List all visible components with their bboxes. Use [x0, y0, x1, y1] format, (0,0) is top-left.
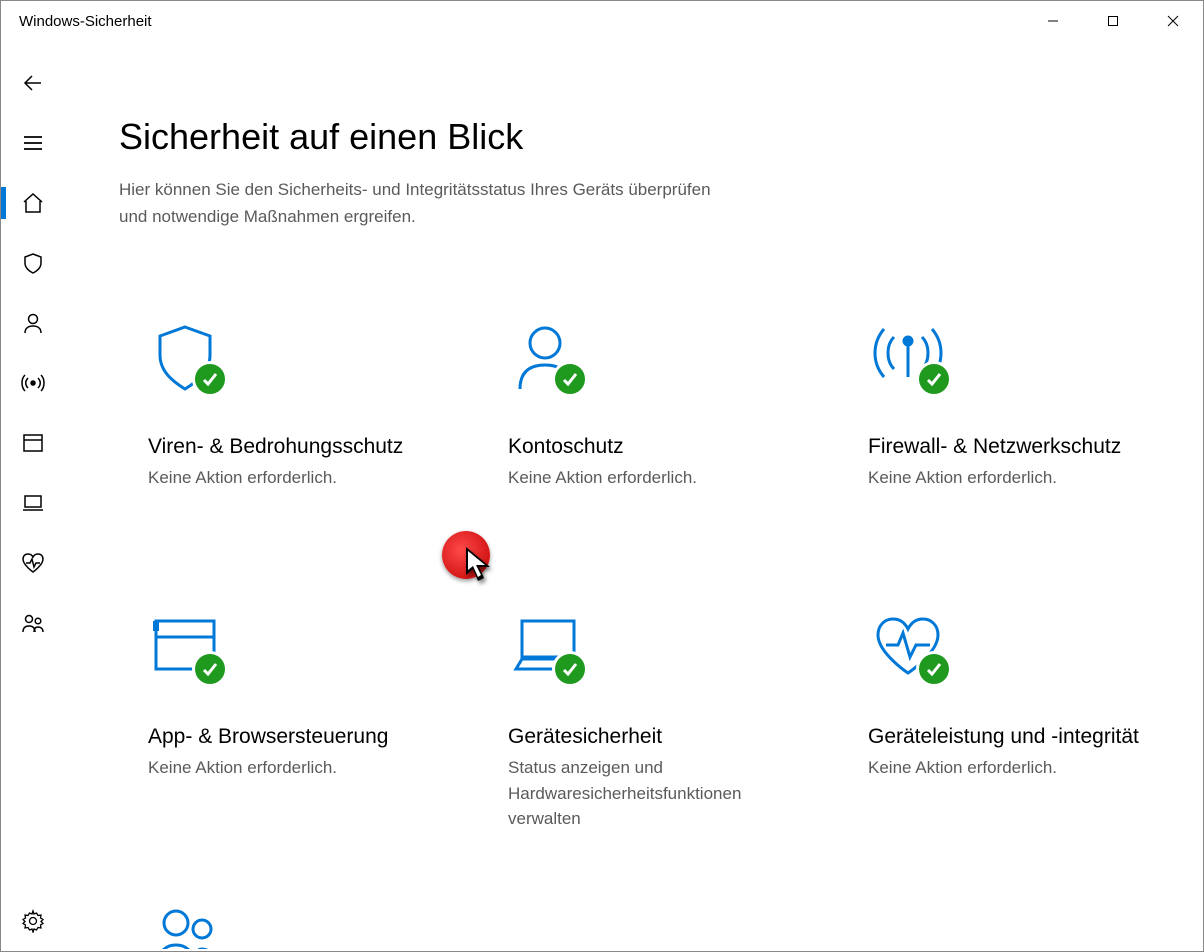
- page-title: Sicherheit auf einen Blick: [119, 116, 1203, 158]
- card-firewall[interactable]: Firewall- & Netzwerkschutz Keine Aktion …: [839, 290, 1189, 570]
- maximize-button[interactable]: [1083, 1, 1143, 41]
- shield-icon: [21, 251, 45, 275]
- sidebar-item-home[interactable]: [1, 173, 64, 233]
- sidebar-item-virus[interactable]: [1, 233, 64, 293]
- sidebar-back[interactable]: [1, 53, 64, 113]
- heart-pulse-icon: [20, 551, 46, 575]
- sidebar-menu[interactable]: [1, 113, 64, 173]
- card-virus-protection[interactable]: Viren- & Bedrohungsschutz Keine Aktion e…: [119, 290, 469, 570]
- titlebar: Windows-Sicherheit: [1, 1, 1203, 41]
- sidebar-item-device-security[interactable]: [1, 473, 64, 533]
- card-subtitle: Status anzeigen und Hardwaresicherheitsf…: [508, 755, 800, 832]
- card-subtitle: Keine Aktion erforderlich.: [868, 755, 1160, 781]
- close-button[interactable]: [1143, 1, 1203, 41]
- laptop-icon: [20, 491, 46, 515]
- sidebar-item-performance[interactable]: [1, 533, 64, 593]
- card-title: Viren- & Bedrohungsschutz: [148, 435, 440, 459]
- arrow-left-icon: [21, 71, 45, 95]
- card-title: Geräteleistung und -integrität: [868, 725, 1160, 749]
- page-subtitle: Hier können Sie den Sicherheits- und Int…: [119, 176, 719, 230]
- close-icon: [1167, 15, 1179, 27]
- sidebar-item-app-browser[interactable]: [1, 413, 64, 473]
- broadcast-icon: [20, 371, 46, 395]
- card-title: Gerätesicherheit: [508, 725, 800, 749]
- family-icon: [148, 901, 228, 950]
- sidebar-settings[interactable]: [1, 891, 64, 951]
- status-ok-icon: [192, 361, 228, 397]
- person-icon: [21, 311, 45, 335]
- card-account-protection[interactable]: Kontoschutz Keine Aktion erforderlich.: [479, 290, 829, 570]
- status-ok-icon: [192, 651, 228, 687]
- card-device-performance[interactable]: Geräteleistung und -integrität Keine Akt…: [839, 580, 1189, 860]
- gear-icon: [21, 909, 45, 933]
- sidebar: [1, 41, 64, 951]
- sidebar-item-firewall[interactable]: [1, 353, 64, 413]
- card-title: Firewall- & Netzwerkschutz: [868, 435, 1160, 459]
- card-title: App- & Browsersteuerung: [148, 725, 440, 749]
- card-device-security[interactable]: Gerätesicherheit Status anzeigen und Har…: [479, 580, 829, 860]
- family-icon: [20, 611, 46, 635]
- home-icon: [21, 191, 45, 215]
- main-content: Sicherheit auf einen Blick Hier können S…: [64, 41, 1203, 951]
- card-title: Kontoschutz: [508, 435, 800, 459]
- sidebar-item-family[interactable]: [1, 593, 64, 653]
- status-ok-icon: [552, 361, 588, 397]
- card-app-browser[interactable]: App- & Browsersteuerung Keine Aktion erf…: [119, 580, 469, 860]
- maximize-icon: [1107, 15, 1119, 27]
- card-subtitle: Keine Aktion erforderlich.: [148, 465, 440, 491]
- card-subtitle: Keine Aktion erforderlich.: [508, 465, 800, 491]
- card-subtitle: Keine Aktion erforderlich.: [148, 755, 440, 781]
- cards-grid: Viren- & Bedrohungsschutz Keine Aktion e…: [119, 290, 1203, 950]
- window-icon: [21, 431, 45, 455]
- sidebar-item-account[interactable]: [1, 293, 64, 353]
- hamburger-icon: [22, 132, 44, 154]
- minimize-icon: [1047, 15, 1059, 27]
- minimize-button[interactable]: [1023, 1, 1083, 41]
- card-subtitle: Keine Aktion erforderlich.: [868, 465, 1160, 491]
- window-title: Windows-Sicherheit: [19, 13, 152, 30]
- card-family-options[interactable]: [119, 870, 469, 950]
